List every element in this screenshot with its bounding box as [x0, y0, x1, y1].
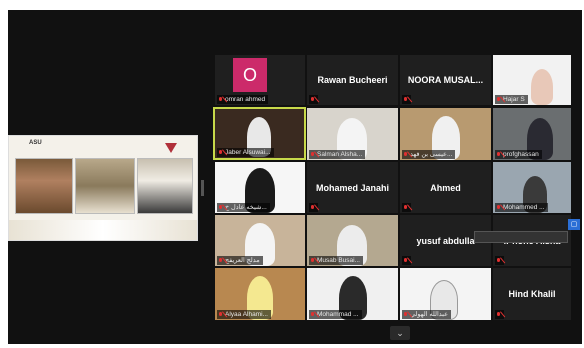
muted-mic-icon	[496, 96, 501, 103]
participant-tile[interactable]: Hind Khalil	[493, 268, 571, 320]
participant-tile[interactable]: Mohammed ...	[493, 162, 571, 213]
event-photo-3	[137, 158, 193, 214]
muted-mic-icon	[310, 204, 315, 211]
brand-logo-icon	[165, 140, 177, 153]
muted-mic-icon	[403, 257, 408, 264]
participant-mic	[309, 95, 318, 104]
participant-mic	[495, 256, 504, 265]
participant-tile[interactable]: Mohammad ...	[307, 268, 398, 320]
muted-mic-icon	[403, 151, 408, 158]
participant-tile[interactable]: Mohamed Janahi	[307, 162, 398, 213]
muted-mic-icon	[310, 96, 315, 103]
participant-tile[interactable]: عبدالله الهولي	[400, 268, 491, 320]
participant-name: Jaber Alsuwai...	[217, 148, 274, 157]
participant-name: Hajar S	[495, 95, 528, 104]
avatar: O	[233, 58, 267, 92]
shared-screen-view[interactable]: ASU	[8, 135, 198, 241]
muted-mic-icon	[496, 311, 501, 318]
participant-tile[interactable]: Musab Busai...	[307, 215, 398, 266]
collapse-toolbar-button[interactable]: ⌄	[390, 326, 410, 340]
participant-tile[interactable]: شيخه عادل خ...	[215, 162, 305, 213]
participant-name: Salman Alsha...	[309, 150, 366, 159]
participant-name: Alyaa Alhami...	[217, 310, 271, 319]
participant-name: profghassan	[495, 150, 542, 159]
participant-tile[interactable]: Rawan Bucheeri	[307, 55, 398, 105]
participant-tile-active-speaker[interactable]: Jaber Alsuwai...	[213, 107, 306, 160]
participant-mic	[402, 95, 411, 104]
participant-name: Ahmed	[430, 182, 461, 193]
muted-mic-icon	[218, 96, 223, 103]
participant-name: omran ahmed	[217, 95, 269, 104]
participant-name: Mohammad ...	[309, 310, 362, 319]
participant-tile[interactable]: Salman Alsha...	[307, 108, 398, 160]
muted-mic-icon	[403, 311, 408, 318]
participant-mic	[309, 203, 318, 212]
participant-tile[interactable]: profghassan	[493, 108, 571, 160]
participant-name: Mohammed ...	[495, 203, 548, 212]
participant-mic	[402, 203, 411, 212]
participant-tile[interactable]: عيسى بن فهد...	[400, 108, 491, 160]
muted-mic-icon	[310, 151, 315, 158]
asu-logo: ASU	[29, 140, 42, 146]
participant-name: Musab Busai...	[309, 256, 363, 265]
muted-mic-icon	[218, 311, 223, 318]
participant-name: Mohamed Janahi	[315, 182, 389, 193]
participant-tile[interactable]: مدلج العريفج	[215, 215, 305, 266]
overlay-popup	[474, 231, 568, 243]
muted-mic-icon	[218, 257, 223, 264]
participant-name: Hind Khalil	[508, 289, 556, 299]
muted-mic-icon	[496, 151, 501, 158]
event-photo-1	[15, 158, 73, 214]
participant-mic	[495, 310, 504, 319]
muted-mic-icon	[218, 149, 223, 156]
muted-mic-icon	[403, 204, 408, 211]
participant-name: مدلج العريفج	[217, 256, 263, 265]
muted-mic-icon	[310, 257, 315, 264]
participant-name: Rawan Bucheeri	[317, 75, 388, 85]
panel-resize-handle[interactable]	[201, 180, 204, 196]
participant-name: NOORA MUSAL...	[407, 75, 484, 85]
participant-video	[531, 69, 553, 105]
participant-name: عيسى بن فهد...	[402, 150, 456, 159]
muted-mic-icon	[496, 257, 501, 264]
participant-mic	[402, 256, 411, 265]
participant-tile[interactable]: Hajar S	[493, 55, 571, 105]
muted-mic-icon	[310, 311, 315, 318]
participant-name: شيخه عادل خ...	[217, 203, 270, 212]
participant-tile[interactable]: Alyaa Alhami...	[215, 268, 305, 320]
muted-mic-icon	[496, 204, 501, 211]
participant-tile[interactable]: O omran ahmed	[215, 55, 305, 105]
participant-name: عبدالله الهولي	[402, 310, 452, 319]
event-photo-2	[75, 158, 135, 214]
participant-tile[interactable]: NOORA MUSAL...	[400, 55, 491, 105]
muted-mic-icon	[218, 204, 223, 211]
decorative-band	[9, 220, 197, 240]
participant-tile[interactable]: Ahmed	[400, 162, 491, 213]
muted-mic-icon	[403, 96, 408, 103]
view-toggle-button[interactable]: ▢	[568, 219, 580, 230]
